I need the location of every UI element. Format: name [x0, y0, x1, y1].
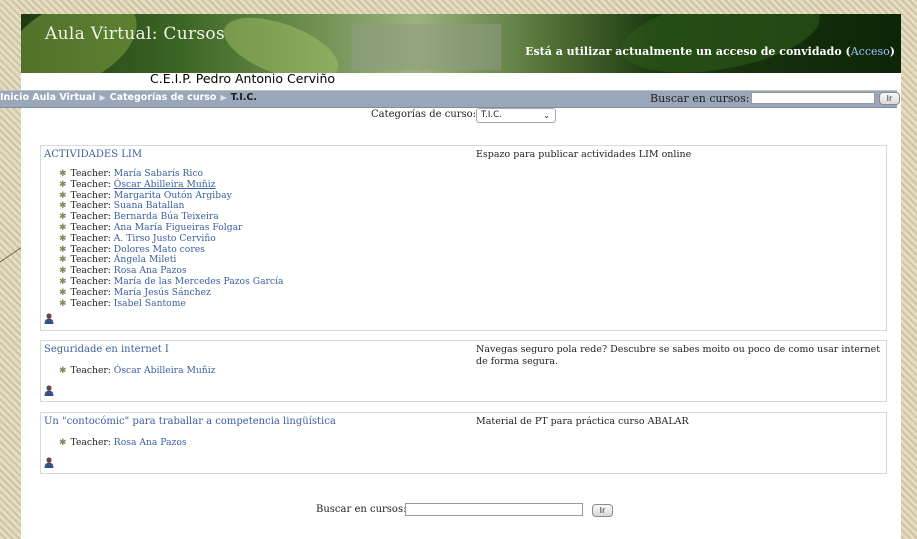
navbar-search-go-button[interactable]: Ir	[879, 92, 900, 105]
teacher-role: Teacher:	[70, 232, 111, 244]
teacher-name-link[interactable]: Ana María Figueiras Folgar	[114, 222, 243, 233]
course-box: ACTIVIDADES LIM Espazo para publicar act…	[40, 145, 887, 331]
teacher-list: ✱ Teacher: María Sabarís Rico ✱ Teacher: Ó…	[59, 169, 284, 309]
teacher-name-link[interactable]: Dolores Mato cores	[114, 244, 205, 255]
teacher-name-link[interactable]: Rosa Ana Pazos	[114, 437, 187, 448]
teacher-role: Teacher:	[70, 437, 111, 448]
bottom-search: Buscar en cursos: Ir	[316, 503, 613, 517]
teacher-item: ✱ Teacher: Óscar Abilleira Muñiz	[59, 366, 216, 377]
bottom-search-go-button[interactable]: Ir	[592, 504, 613, 517]
breadcrumb-current: T.I.C.	[230, 92, 257, 103]
navbar-search: Buscar en cursos: Ir	[650, 92, 900, 105]
bottom-search-input[interactable]	[405, 503, 583, 516]
breadcrumb-separator-icon: ▶	[99, 93, 106, 102]
site-title: Aula Virtual: Cursos	[45, 24, 225, 44]
course-name-link[interactable]: Seguridade en internet I	[44, 344, 169, 355]
teacher-name-link[interactable]: Ángela Mileti	[114, 254, 177, 265]
category-selector-row: Categorías de curso: T.I.C. ⌄	[371, 108, 556, 123]
teacher-item: ✱ Teacher: Isabel Santome	[59, 297, 284, 310]
star-bullet-icon: ✱	[59, 287, 67, 298]
teacher-role: Teacher:	[70, 168, 111, 179]
teacher-name-link[interactable]: Bernarda Búa Teixeira	[114, 211, 219, 222]
guest-login-notice: Está a utilizar actualmente un acceso de…	[525, 45, 895, 58]
school-name: C.E.I.P. Pedro Antonio Cerviño	[150, 71, 336, 86]
star-bullet-icon: ✱	[59, 366, 67, 376]
star-bullet-icon: ✱	[59, 212, 67, 223]
course-box: Un "contocómic" para traballar a compete…	[40, 412, 887, 474]
bottom-search-label: Buscar en cursos:	[316, 504, 407, 515]
header-banner: Aula Virtual: Cursos Está a utilizar act…	[21, 14, 901, 73]
teacher-role: Teacher:	[70, 221, 111, 233]
breadcrumb-separator-icon: ▶	[220, 93, 227, 102]
course-summary: Navegas seguro pola rede? Descubre se sa…	[476, 344, 881, 367]
guest-user-icon[interactable]	[44, 385, 54, 396]
teacher-name-link[interactable]: Óscar Abilleira Muñiz	[114, 365, 216, 376]
guest-note-end: )	[889, 45, 895, 58]
course-name-link[interactable]: Un "contocómic" para traballar a compete…	[44, 416, 336, 427]
category-select[interactable]: T.I.C. ⌄	[476, 108, 556, 123]
teacher-name-link[interactable]: Óscar Abilleira Muñiz	[114, 179, 216, 190]
navigation-bar: Inicio Aula Virtual ▶ Categorías de curso ▶…	[0, 90, 900, 108]
star-bullet-icon: ✱	[59, 179, 67, 190]
teacher-role: Teacher:	[70, 365, 111, 376]
teacher-role: Teacher:	[70, 297, 111, 309]
teacher-role: Teacher:	[70, 200, 111, 212]
teacher-list: ✱ Teacher: Óscar Abilleira Muñiz	[59, 366, 216, 377]
teacher-role: Teacher:	[70, 211, 111, 223]
page-container: Aula Virtual: Cursos Está a utilizar act…	[0, 14, 901, 539]
star-bullet-icon: ✱	[59, 222, 67, 233]
teacher-name-link[interactable]: Margarita Outón Argibay	[114, 190, 232, 201]
course-name-link[interactable]: ACTIVIDADES LIM	[44, 149, 142, 160]
teacher-name-link[interactable]: María Jesús Sánchez	[114, 287, 211, 298]
breadcrumb: Inicio Aula Virtual ▶ Categorías de curso ▶…	[0, 92, 257, 103]
star-bullet-icon: ✱	[59, 276, 67, 287]
navbar-search-label: Buscar en cursos:	[650, 92, 750, 105]
star-bullet-icon: ✱	[59, 201, 67, 212]
banner-leaf-decoration	[616, 14, 826, 73]
star-bullet-icon: ✱	[59, 233, 67, 244]
breadcrumb-home-link[interactable]: Inicio Aula Virtual	[0, 92, 95, 103]
category-label: Categorías de curso:	[371, 109, 477, 120]
chevron-down-icon: ⌄	[543, 111, 550, 120]
teacher-name-link[interactable]: María Sabarís Rico	[114, 168, 203, 179]
teacher-name-link[interactable]: Isabel Santome	[114, 298, 186, 309]
teacher-name-link[interactable]: Suana Batallan	[114, 200, 185, 211]
star-bullet-icon: ✱	[59, 169, 67, 179]
teacher-role: Teacher:	[70, 243, 111, 255]
guest-user-icon[interactable]	[44, 457, 54, 468]
category-selected-value: T.I.C.	[481, 110, 502, 120]
course-box: Seguridade en internet I Navegas seguro …	[40, 340, 887, 402]
guest-user-icon[interactable]	[44, 313, 54, 324]
banner-building-image	[351, 24, 501, 70]
login-link[interactable]: Acceso	[851, 45, 890, 58]
star-bullet-icon: ✱	[59, 298, 67, 309]
teacher-role: Teacher:	[70, 254, 111, 266]
teacher-name-link[interactable]: A. Tirso Justo Cerviño	[114, 233, 216, 244]
star-bullet-icon: ✱	[59, 244, 67, 255]
teacher-role: Teacher:	[70, 265, 111, 277]
teacher-role: Teacher:	[70, 286, 111, 298]
teacher-list: ✱ Teacher: Rosa Ana Pazos	[59, 438, 187, 449]
star-bullet-icon: ✱	[59, 190, 67, 201]
navbar-search-input[interactable]	[751, 92, 875, 104]
teacher-item: ✱ Teacher: Rosa Ana Pazos	[59, 438, 187, 449]
teacher-name-link[interactable]: Rosa Ana Pazos	[114, 265, 187, 276]
guest-note-text: Está a utilizar actualmente un acceso de…	[525, 45, 851, 58]
teacher-role: Teacher:	[70, 189, 111, 201]
star-bullet-icon: ✱	[59, 255, 67, 266]
teacher-name-link[interactable]: María de las Mercedes Pazos García	[114, 276, 284, 287]
star-bullet-icon: ✱	[59, 266, 67, 277]
breadcrumb-categories-link[interactable]: Categorías de curso	[110, 92, 217, 103]
course-summary: Material de PT para práctica curso ABALA…	[476, 416, 689, 427]
teacher-role: Teacher:	[70, 275, 111, 287]
banner-leaf-decoration	[216, 14, 346, 73]
course-summary: Espazo para publicar actividades LIM onl…	[476, 149, 692, 160]
star-bullet-icon: ✱	[59, 438, 67, 448]
teacher-role: Teacher:	[70, 178, 111, 190]
